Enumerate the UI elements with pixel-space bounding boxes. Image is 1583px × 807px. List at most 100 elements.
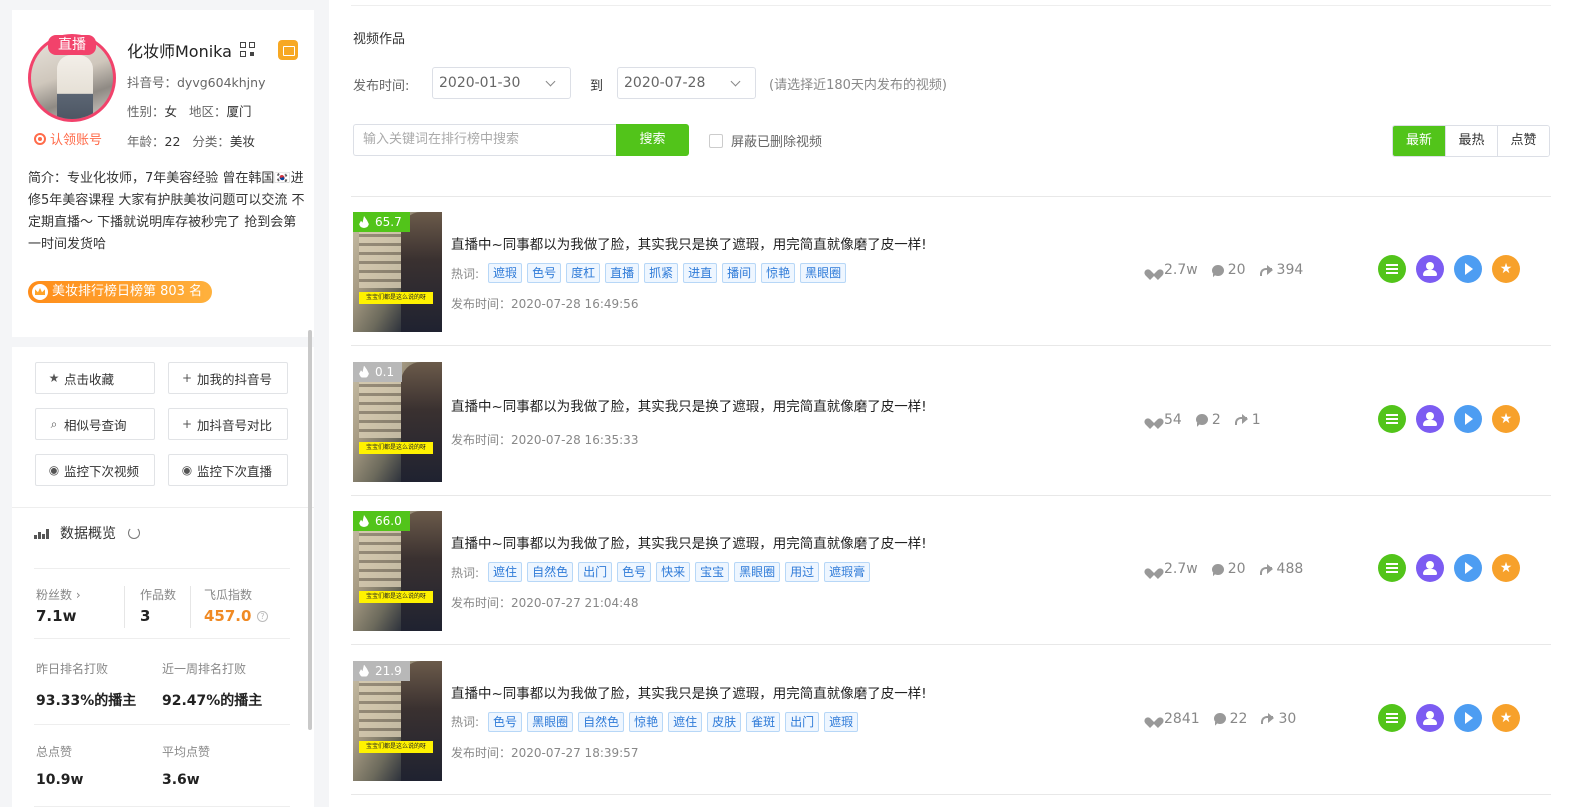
favorite-icon[interactable] xyxy=(1492,703,1520,732)
shares-count: 488 xyxy=(1276,561,1304,577)
hot-word-tag[interactable]: 用过 xyxy=(785,562,820,582)
hot-word-tag[interactable]: 快来 xyxy=(656,562,691,582)
hide-deleted-toggle[interactable]: 屏蔽已删除视频 xyxy=(709,131,822,150)
thumbnail-caption: 宝宝们都是这么说的呀 xyxy=(359,591,433,603)
favorite-icon[interactable] xyxy=(1492,404,1520,433)
refresh-icon[interactable] xyxy=(128,527,140,539)
shares-stat: 488 xyxy=(1259,561,1304,577)
audience-icon[interactable] xyxy=(1416,703,1444,732)
gender-region: 性别：女 地区：厦门 xyxy=(127,104,252,119)
shop-icon[interactable] xyxy=(277,40,298,60)
video-thumbnail[interactable]: 宝宝们都是这么说的呀 66.0 xyxy=(353,511,442,631)
likes-count: 2.7w xyxy=(1164,561,1198,577)
name-row: 化妆师Monika xyxy=(127,38,298,62)
eye-icon: ◉ xyxy=(48,463,60,477)
audience-icon[interactable] xyxy=(1416,404,1444,433)
video-row[interactable]: 宝宝们都是这么说的呀 65.7 直播中~同事都以为我做了脸，其实我只是换了遮瑕，用完… xyxy=(351,197,1551,346)
checkbox[interactable] xyxy=(709,133,723,148)
detail-icon[interactable] xyxy=(1378,255,1406,283)
hot-word-tag[interactable]: 遮住 xyxy=(668,711,703,732)
hot-word-tag[interactable]: 抓紧 xyxy=(644,263,679,283)
video-title[interactable]: 直播中~同事都以为我做了脸，其实我只是换了遮瑕，用完简直就像磨了皮一样! xyxy=(451,395,927,415)
search-button[interactable]: 搜索 xyxy=(616,124,689,156)
hot-word-tag[interactable]: 自然色 xyxy=(527,562,574,582)
hot-word-tag[interactable]: 色号 xyxy=(488,711,523,732)
date-to-select[interactable]: 2020-07-28 xyxy=(617,67,756,99)
monitor-video-button[interactable]: ◉ 监控下次视频 xyxy=(35,454,155,486)
audience-icon[interactable] xyxy=(1416,255,1444,283)
rank-text: 美妆排行榜日榜第 803 名 xyxy=(52,284,203,299)
similar-search-button[interactable]: ⌕ 相似号查询 xyxy=(35,408,155,440)
sort-tabs: 最新 最热 点赞 xyxy=(1392,125,1550,157)
video-title[interactable]: 直播中~同事都以为我做了脸，其实我只是换了遮瑕，用完简直就像磨了皮一样! xyxy=(451,682,927,702)
fans-value: 7.1w xyxy=(36,607,77,625)
detail-icon[interactable] xyxy=(1378,703,1406,732)
publish-time: 发布时间：2020-07-27 18:39:57 xyxy=(451,745,639,760)
thumbnail-shelf xyxy=(359,377,401,438)
date-from-select[interactable]: 2020-01-30 xyxy=(432,67,571,99)
sidebar-scrollbar[interactable] xyxy=(308,330,312,730)
avg-likes-label: 平均点赞 xyxy=(162,745,211,759)
qr-code-icon[interactable] xyxy=(239,42,256,58)
hot-word-tag[interactable]: 黑眼圈 xyxy=(527,711,574,732)
help-icon[interactable]: ? xyxy=(257,611,268,622)
sort-latest[interactable]: 最新 xyxy=(1393,126,1445,156)
likes-count: 54 xyxy=(1164,411,1182,428)
hot-word-tag[interactable]: 惊艳 xyxy=(761,263,796,283)
hot-word-tag[interactable]: 遮住 xyxy=(488,562,523,582)
hot-word-tag[interactable]: 遮瑕膏 xyxy=(824,562,871,582)
video-title[interactable]: 直播中~同事都以为我做了脸，其实我只是换了遮瑕，用完简直就像磨了皮一样! xyxy=(451,532,927,552)
video-stats: 2.7w 20 394 xyxy=(1148,262,1303,278)
live-badge[interactable]: 直播 xyxy=(48,35,96,55)
video-thumbnail[interactable]: 宝宝们都是这么说的呀 65.7 xyxy=(353,212,442,332)
play-icon[interactable] xyxy=(1454,703,1482,732)
hot-word-tag[interactable]: 直播 xyxy=(605,263,640,283)
play-icon[interactable] xyxy=(1454,255,1482,283)
claim-account-link[interactable]: 认领账号 xyxy=(34,129,102,148)
monitor-live-button[interactable]: ◉ 监控下次直播 xyxy=(168,454,288,486)
rank-badge[interactable]: 美妆排行榜日榜第 803 名 xyxy=(28,281,213,303)
video-thumbnail[interactable]: 宝宝们都是这么说的呀 21.9 xyxy=(353,660,442,781)
video-row[interactable]: 宝宝们都是这么说的呀 0.1 直播中~同事都以为我做了脸，其实我只是换了遮瑕，用完简… xyxy=(351,347,1551,496)
hot-word-tag[interactable]: 遮瑕 xyxy=(488,263,523,283)
thumbnail-shelf xyxy=(359,676,401,737)
video-row[interactable]: 宝宝们都是这么说的呀 66.0 直播中~同事都以为我做了脸，其实我只是换了遮瑕，用完… xyxy=(351,496,1551,645)
hot-word-tag[interactable]: 黑眼圈 xyxy=(800,263,847,283)
hot-word-tag[interactable]: 度杠 xyxy=(566,263,601,283)
chart-icon xyxy=(34,527,50,539)
comments-count: 22 xyxy=(1229,710,1248,727)
hot-word-tag[interactable]: 出门 xyxy=(578,562,613,582)
search-icon: ⌕ xyxy=(50,416,58,431)
video-title[interactable]: 直播中~同事都以为我做了脸，其实我只是换了遮瑕，用完简直就像磨了皮一样! xyxy=(451,233,927,253)
favorite-icon[interactable] xyxy=(1492,255,1520,283)
add-douyin-button[interactable]: + 加我的抖音号 xyxy=(168,362,288,394)
video-row[interactable]: 宝宝们都是这么说的呀 21.9 直播中~同事都以为我做了脸，其实我只是换了遮瑕，用完… xyxy=(351,646,1551,795)
hot-words-label: 热词: xyxy=(451,266,480,281)
hot-word-tag[interactable]: 色号 xyxy=(617,562,652,582)
hot-word-tag[interactable]: 雀斑 xyxy=(746,711,781,732)
detail-icon[interactable] xyxy=(1378,554,1406,582)
search-input[interactable]: 输入关键词在排行榜中搜索 xyxy=(353,124,616,156)
fans-label[interactable]: 粉丝数 › xyxy=(36,586,81,603)
sort-hottest[interactable]: 最热 xyxy=(1445,126,1497,156)
play-icon[interactable] xyxy=(1454,554,1482,582)
favorite-button[interactable]: ★ 点击收藏 xyxy=(35,362,155,394)
video-thumbnail[interactable]: 宝宝们都是这么说的呀 0.1 xyxy=(353,361,442,482)
audience-icon[interactable] xyxy=(1416,554,1444,582)
likes-stat: 2.7w xyxy=(1148,262,1198,278)
hot-word-tag[interactable]: 色号 xyxy=(527,263,562,283)
hot-word-tag[interactable]: 进直 xyxy=(683,263,718,283)
hot-word-tag[interactable]: 黑眼圈 xyxy=(734,562,781,582)
hot-word-tag[interactable]: 惊艳 xyxy=(629,711,664,732)
hot-word-tag[interactable]: 皮肤 xyxy=(707,711,742,732)
hot-word-tag[interactable]: 宝宝 xyxy=(695,562,730,582)
hot-word-tag[interactable]: 遮瑕 xyxy=(824,711,859,732)
hot-word-tag[interactable]: 播间 xyxy=(722,263,757,283)
play-icon[interactable] xyxy=(1454,404,1482,433)
favorite-icon[interactable] xyxy=(1492,554,1520,582)
hot-word-tag[interactable]: 出门 xyxy=(785,711,820,732)
add-compare-button[interactable]: + 加抖音号对比 xyxy=(168,408,288,440)
sort-likes[interactable]: 点赞 xyxy=(1497,126,1549,156)
hot-word-tag[interactable]: 自然色 xyxy=(578,711,625,732)
detail-icon[interactable] xyxy=(1378,404,1406,433)
